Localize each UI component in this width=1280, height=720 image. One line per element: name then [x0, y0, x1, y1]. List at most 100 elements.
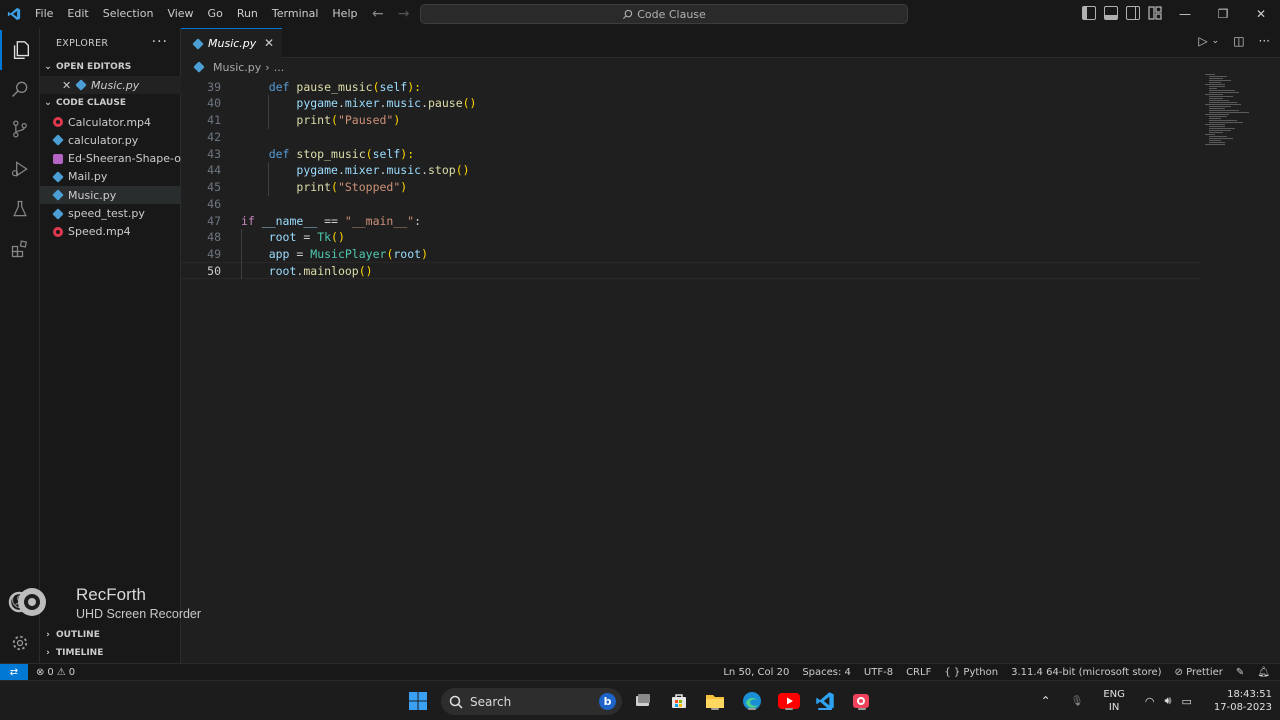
menu-selection[interactable]: Selection [96, 0, 161, 28]
close-icon[interactable]: ✕ [62, 79, 76, 92]
minimap-line [1209, 86, 1225, 87]
breadcrumb-symbol[interactable]: ... [274, 61, 285, 74]
file-explorer-icon[interactable] [704, 690, 726, 712]
video-file-icon [53, 226, 63, 237]
source-control-icon[interactable] [0, 109, 40, 149]
vscode-taskbar-icon[interactable] [814, 690, 836, 712]
file-label: calculator.py [68, 133, 139, 147]
menu-edit[interactable]: Edit [60, 0, 95, 28]
restore-button[interactable]: ❐ [1204, 0, 1242, 28]
volume-icon[interactable]: 🔊︎ [1165, 694, 1172, 708]
minimap-line [1209, 96, 1233, 97]
timeline-section[interactable]: › TIMELINE [40, 644, 181, 662]
folder-section[interactable]: ⌄ CODE CLAUSE [40, 94, 181, 112]
split-editor-icon[interactable]: ◫ [1233, 34, 1244, 48]
toggle-primary-sidebar-icon[interactable] [1082, 6, 1096, 20]
screen-recorder-icon[interactable] [851, 690, 873, 712]
minimap-line [1209, 102, 1237, 103]
search-icon[interactable] [0, 69, 40, 109]
prettier-status[interactable]: ⊘ Prettier [1175, 667, 1223, 678]
testing-flask-icon[interactable] [0, 189, 40, 229]
file-item[interactable]: Calculator.mp4 [40, 113, 181, 131]
encoding[interactable]: UTF-8 [864, 667, 893, 678]
python-file-icon [75, 79, 87, 91]
file-item[interactable]: Music.py [40, 186, 181, 205]
minimap-line [1209, 116, 1227, 117]
language-label: Python [963, 667, 999, 678]
minimize-button[interactable]: — [1166, 0, 1204, 28]
back-arrow-icon[interactable]: ← [372, 6, 384, 22]
problems-indicator[interactable]: ⊗ 0 ⚠ 0 [36, 667, 75, 678]
explorer-more-actions[interactable]: ··· [152, 34, 168, 50]
show-hidden-icons-icon[interactable]: ⌃ [1041, 694, 1051, 708]
menu-go[interactable]: Go [201, 0, 230, 28]
code-line: 41 print("Paused") [181, 112, 1201, 129]
minimap-line [1209, 108, 1225, 109]
chevron-down-icon[interactable]: ⌄ [1212, 36, 1220, 46]
menu-help[interactable]: Help [325, 0, 364, 28]
python-file-icon [193, 61, 205, 73]
open-editors-section[interactable]: ⌄ OPEN EDITORS [40, 58, 181, 76]
close-window-button[interactable]: ✕ [1242, 0, 1280, 28]
explorer-sidebar: EXPLORER ··· ⌄ OPEN EDITORS ✕ Music.py ⌄… [40, 28, 181, 663]
code-line: 50 root.mainloop() [181, 262, 1201, 280]
indentation[interactable]: Spaces: 4 [802, 667, 851, 678]
file-item[interactable]: speed_test.py [40, 205, 181, 223]
clock[interactable]: 18:43:51 17-08-2023 [1214, 688, 1272, 714]
minimap-line [1209, 132, 1223, 133]
minimap[interactable] [1203, 74, 1273, 148]
menu-run[interactable]: Run [230, 0, 265, 28]
feedback-icon[interactable]: ✎ [1236, 667, 1244, 678]
run-debug-icon[interactable] [0, 149, 40, 189]
manage-gear-icon[interactable] [0, 623, 40, 663]
code-text: root.mainloop() [268, 263, 373, 278]
toggle-panel-icon[interactable] [1104, 6, 1118, 20]
open-editor-item[interactable]: ✕ Music.py [40, 76, 181, 94]
file-item[interactable]: Mail.py [40, 168, 181, 186]
minimap-line [1209, 110, 1239, 111]
edge-browser-icon[interactable] [741, 690, 763, 712]
menu-view[interactable]: View [160, 0, 200, 28]
toggle-secondary-sidebar-icon[interactable] [1126, 6, 1140, 20]
remote-indicator-icon[interactable]: ⇄ [0, 663, 28, 681]
file-item[interactable]: calculator.py [40, 131, 181, 149]
language-code: ENG [1103, 689, 1125, 700]
microsoft-store-icon[interactable] [668, 690, 690, 712]
battery-icon[interactable]: ▭ [1181, 695, 1191, 708]
forward-arrow-icon[interactable]: → [398, 6, 410, 22]
menu-file[interactable]: File [28, 0, 60, 28]
windows-start-icon[interactable] [407, 690, 429, 712]
command-center[interactable]: Code Clause [420, 4, 908, 24]
bing-icon: b [599, 693, 616, 710]
minimap-line [1205, 94, 1223, 95]
breadcrumb-file[interactable]: Music.py [213, 61, 261, 74]
close-tab-icon[interactable]: ✕ [264, 36, 274, 50]
customize-layout-icon[interactable] [1148, 6, 1162, 20]
notifications-bell-icon[interactable]: 🔔︎ [1257, 667, 1270, 678]
menu-terminal[interactable]: Terminal [265, 0, 326, 28]
minimap-line [1205, 134, 1215, 135]
end-of-line[interactable]: CRLF [906, 667, 931, 678]
youtube-icon[interactable] [778, 690, 800, 712]
activity-bar [0, 28, 40, 663]
python-interpreter[interactable]: 3.11.4 64-bit (microsoft store) [1011, 667, 1161, 678]
explorer-icon[interactable] [0, 30, 40, 70]
input-language[interactable]: ENG IN [1103, 688, 1125, 714]
language-mode[interactable]: { } Python [944, 667, 998, 678]
wifi-icon[interactable]: ◠ [1145, 695, 1155, 708]
line-number: 40 [207, 96, 221, 111]
run-python-file-icon[interactable]: ▷ [1198, 34, 1207, 48]
minimap-line [1205, 124, 1225, 125]
file-item[interactable]: Ed-Sheeran-Shape-of... [40, 150, 181, 168]
microphone-icon[interactable]: 🎙︎ [1071, 696, 1084, 707]
chevron-right-icon: › [46, 630, 50, 640]
task-view-icon[interactable] [632, 690, 654, 712]
cursor-position[interactable]: Ln 50, Col 20 [723, 667, 789, 678]
taskbar-search[interactable]: Search b [441, 688, 622, 715]
file-item[interactable]: Speed.mp4 [40, 223, 181, 241]
line-number: 48 [207, 230, 221, 245]
extensions-icon[interactable] [0, 229, 40, 269]
tab-music-py[interactable]: Music.py ✕ [181, 28, 282, 58]
more-actions-icon[interactable]: ··· [1259, 34, 1270, 48]
minimap-line [1209, 130, 1231, 131]
